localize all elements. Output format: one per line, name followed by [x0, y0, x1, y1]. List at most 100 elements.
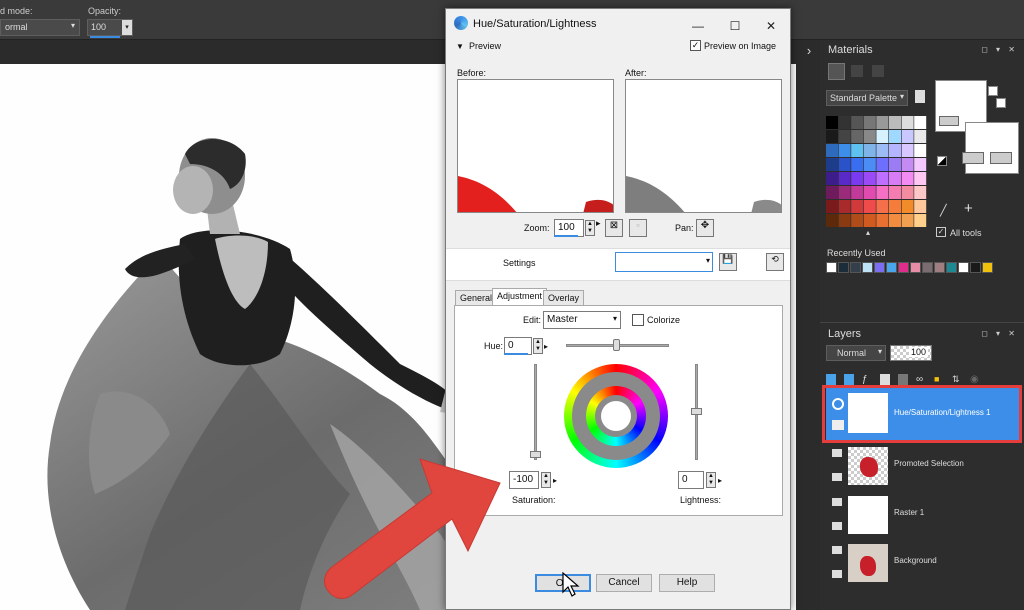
palette-swatch[interactable] [851, 158, 864, 171]
palette-swatch[interactable] [914, 214, 927, 227]
palette-swatch[interactable] [889, 186, 901, 199]
palette-swatch[interactable] [901, 158, 914, 171]
blend-mode-select[interactable]: ormal ▾ [0, 19, 80, 36]
help-button[interactable]: Help [659, 574, 715, 592]
hue-slider-thumb[interactable] [613, 339, 620, 351]
arrange-icon[interactable]: ⇅ [952, 374, 962, 385]
bg-texture-icon[interactable] [962, 152, 984, 164]
palette-swatch[interactable] [889, 200, 901, 213]
lightness-spinner[interactable]: ▲ ▼ [706, 472, 716, 488]
opacity-spinner[interactable]: 100 ▾ [87, 19, 133, 38]
palette-swatch[interactable] [851, 186, 864, 199]
hue-spinner[interactable]: ▲ ▼ [533, 338, 543, 354]
recent-color-swatch[interactable] [850, 262, 861, 273]
recent-color-swatch[interactable] [958, 262, 969, 273]
all-tools-checkbox[interactable]: ✓ [936, 227, 946, 237]
layer-row[interactable]: Promoted Selection [826, 445, 1022, 489]
edit-select[interactable]: Master ▾ [543, 311, 621, 329]
new-layer-icon[interactable] [826, 374, 836, 385]
palette-swatch[interactable] [863, 130, 876, 143]
before-preview[interactable] [457, 79, 614, 213]
recent-color-swatch[interactable] [934, 262, 945, 273]
layer-opacity-field[interactable]: 100 [890, 345, 932, 361]
palette-swatch[interactable] [851, 214, 864, 227]
palette-menu-icon[interactable] [915, 90, 925, 103]
pan-icon[interactable]: ✥ [696, 219, 714, 237]
palette-swatch[interactable] [901, 144, 914, 157]
layer-visibility-icon[interactable] [832, 449, 842, 457]
tab-overlay[interactable]: Overlay [543, 290, 585, 306]
layers-window-controls[interactable]: ◻ ▾ ✕ [981, 329, 1018, 338]
palette-swatch[interactable] [914, 172, 927, 185]
fx-icon[interactable]: ƒ [862, 374, 872, 385]
saturation-menu-icon[interactable]: ▸ [553, 473, 559, 489]
zoom-spinner[interactable]: ▲ ▼ [585, 220, 595, 236]
palette-swatch[interactable] [838, 200, 851, 213]
palette-swatch[interactable] [826, 116, 838, 129]
palette-swatch[interactable] [876, 172, 889, 185]
palette-swatch[interactable] [826, 200, 838, 213]
close-icon[interactable]: ✕ [761, 19, 781, 33]
palette-swatch[interactable] [876, 116, 889, 129]
saturation-slider-thumb[interactable] [530, 451, 541, 458]
palette-swatch[interactable] [889, 172, 901, 185]
palette-swatch[interactable] [826, 214, 838, 227]
add-icon[interactable]: + [964, 200, 973, 217]
palette-swatch[interactable] [901, 130, 914, 143]
palette-swatch[interactable] [826, 186, 838, 199]
maximize-icon[interactable]: ☐ [725, 19, 745, 33]
color-wheel-tab-icon[interactable] [872, 65, 884, 77]
palette-swatch[interactable] [851, 144, 864, 157]
link-icon[interactable]: ∞ [916, 374, 926, 385]
recent-color-swatch[interactable] [970, 262, 981, 273]
layer-visibility-icon[interactable] [832, 498, 842, 506]
palette-swatch[interactable] [901, 200, 914, 213]
palette-swatch[interactable] [863, 214, 876, 227]
new-raster-icon[interactable] [844, 374, 854, 385]
layer-blend-select[interactable]: Normal ▾ [826, 345, 886, 361]
palette-swatch[interactable] [901, 172, 914, 185]
palette-swatch[interactable] [838, 144, 851, 157]
layer-visibility-icon[interactable] [832, 546, 842, 554]
layer-row[interactable]: Raster 1 [826, 494, 1022, 538]
lightness-field[interactable]: 0 [678, 471, 704, 489]
zoom-menu-icon[interactable]: ▸ [596, 219, 602, 237]
pen-icon[interactable]: ╱ [940, 204, 947, 217]
minimize-icon[interactable]: — [688, 19, 708, 33]
palette-swatch[interactable] [826, 144, 838, 157]
palette-swatch[interactable] [901, 186, 914, 199]
lightness-menu-icon[interactable]: ▸ [718, 473, 724, 489]
small-bg-swatch[interactable] [996, 98, 1006, 108]
save-preset-icon[interactable]: 💾 [719, 253, 737, 271]
recent-color-swatch[interactable] [982, 262, 993, 273]
palette-swatch[interactable] [889, 144, 901, 157]
palette-swatch[interactable] [863, 116, 876, 129]
palette-swatch[interactable] [876, 200, 889, 213]
palette-swatch[interactable] [914, 116, 927, 129]
palette-select[interactable]: Standard Palette ▾ [826, 90, 908, 106]
palette-swatch[interactable] [889, 214, 901, 227]
palette-swatch[interactable] [851, 200, 864, 213]
small-fg-swatch[interactable] [988, 86, 998, 96]
zoom-actual-icon[interactable]: ▫ [629, 219, 647, 237]
palette-tab-icon[interactable] [828, 63, 845, 80]
palette-swatch[interactable] [876, 214, 889, 227]
hue-menu-icon[interactable]: ▸ [544, 339, 550, 355]
palette-swatch[interactable] [851, 116, 864, 129]
palette-swatch[interactable] [901, 116, 914, 129]
palette-swatch[interactable] [914, 130, 927, 143]
recent-color-swatch[interactable] [826, 262, 837, 273]
palette-swatch[interactable] [876, 130, 889, 143]
palette-swatch[interactable] [863, 200, 876, 213]
tab-adjustment[interactable]: Adjustment [492, 288, 548, 306]
group-icon[interactable] [898, 374, 908, 385]
palette-swatch[interactable] [838, 158, 851, 171]
palette-swatch[interactable] [901, 214, 914, 227]
after-preview[interactable] [625, 79, 782, 213]
palette-swatch[interactable] [826, 130, 838, 143]
cancel-button[interactable]: Cancel [596, 574, 652, 592]
fg-texture-icon[interactable] [939, 116, 959, 126]
palette-swatch[interactable] [826, 172, 838, 185]
palette-scroll-icon[interactable]: ▴ [866, 228, 870, 237]
palette-swatch[interactable] [876, 144, 889, 157]
